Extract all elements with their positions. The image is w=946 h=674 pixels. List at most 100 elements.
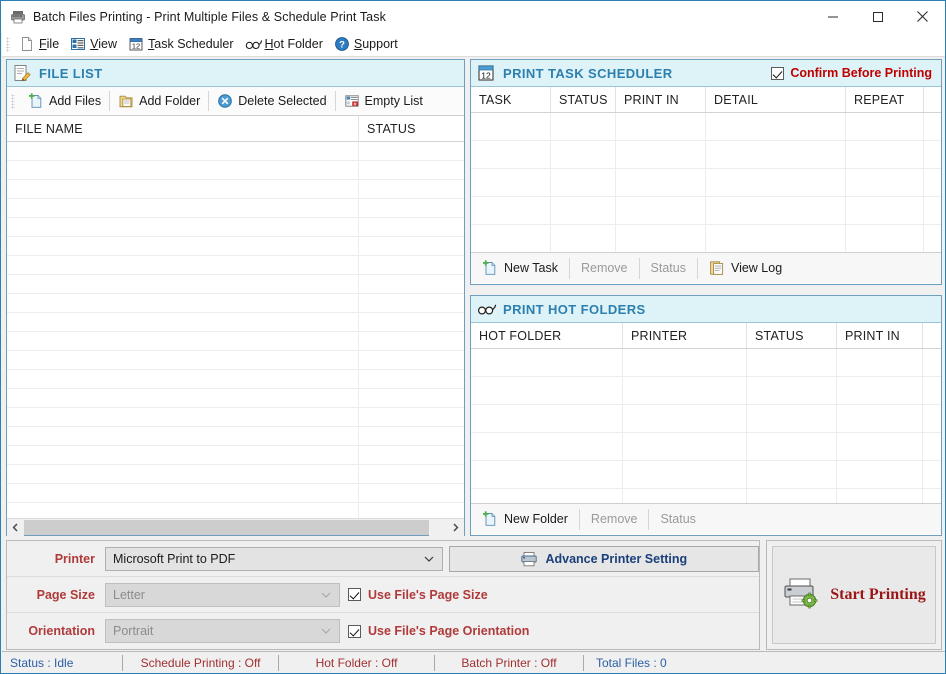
table-cell[interactable] [623, 405, 747, 433]
table-cell[interactable] [837, 377, 923, 405]
table-cell[interactable] [924, 113, 941, 141]
table-cell[interactable] [359, 294, 464, 313]
column-header-print-in[interactable]: PRINT IN [616, 87, 706, 112]
start-printing-inner[interactable]: Start Printing [772, 546, 936, 644]
table-cell[interactable] [616, 197, 706, 225]
table-cell[interactable] [924, 169, 941, 197]
table-cell[interactable] [747, 349, 837, 377]
table-cell[interactable] [846, 169, 924, 197]
table-cell[interactable] [846, 197, 924, 225]
table-cell[interactable] [471, 349, 623, 377]
table-cell[interactable] [747, 433, 837, 461]
table-cell[interactable] [359, 427, 464, 446]
table-cell[interactable] [359, 389, 464, 408]
view-log-button[interactable]: View Log [698, 254, 793, 283]
remove-task-button[interactable]: Remove [570, 254, 639, 283]
table-cell[interactable] [616, 113, 706, 141]
toolbar-grip[interactable] [11, 94, 15, 109]
new-task-button[interactable]: New Task [471, 254, 569, 283]
column-header-status[interactable]: STATUS [747, 323, 837, 348]
use-file-page-orientation-box[interactable] [348, 625, 361, 638]
table-cell[interactable] [837, 349, 923, 377]
table-cell[interactable] [837, 461, 923, 489]
folder-status-button[interactable]: Status [649, 505, 706, 534]
table-cell[interactable] [747, 461, 837, 489]
table-cell[interactable] [923, 349, 941, 377]
column-header-printer[interactable]: PRINTER [623, 323, 747, 348]
table-cell[interactable] [623, 489, 747, 503]
table-cell[interactable] [359, 351, 464, 370]
table-cell[interactable] [616, 169, 706, 197]
column-header-task[interactable]: TASK [471, 87, 551, 112]
advance-printer-setting-button[interactable]: Advance Printer Setting [449, 546, 759, 572]
table-row[interactable] [7, 370, 464, 389]
table-cell[interactable] [359, 218, 464, 237]
table-row[interactable] [471, 197, 941, 225]
table-cell[interactable] [359, 370, 464, 389]
new-folder-button[interactable]: New Folder [471, 505, 579, 534]
table-cell[interactable] [7, 389, 359, 408]
table-cell[interactable] [7, 465, 359, 484]
table-row[interactable] [7, 180, 464, 199]
column-header-status[interactable]: STATUS [551, 87, 616, 112]
table-cell[interactable] [359, 256, 464, 275]
table-row[interactable] [471, 141, 941, 169]
minimize-button[interactable] [810, 1, 855, 32]
table-cell[interactable] [471, 197, 551, 225]
table-row[interactable] [7, 199, 464, 218]
empty-list-button[interactable]: x Empty List [336, 88, 431, 115]
table-cell[interactable] [359, 275, 464, 294]
table-row[interactable] [7, 427, 464, 446]
table-cell[interactable] [7, 294, 359, 313]
remove-folder-button[interactable]: Remove [580, 505, 649, 534]
table-row[interactable] [7, 313, 464, 332]
table-cell[interactable] [837, 489, 923, 503]
table-row[interactable] [7, 484, 464, 503]
table-cell[interactable] [7, 237, 359, 256]
table-cell[interactable] [7, 199, 359, 218]
table-cell[interactable] [623, 349, 747, 377]
column-header-repeat[interactable]: REPEAT [846, 87, 924, 112]
table-cell[interactable] [7, 351, 359, 370]
scroll-right-icon[interactable] [447, 519, 464, 536]
scrollbar-track[interactable] [429, 519, 447, 536]
table-cell[interactable] [359, 237, 464, 256]
table-cell[interactable] [359, 142, 464, 161]
table-cell[interactable] [7, 484, 359, 503]
table-cell[interactable] [359, 199, 464, 218]
scheduler-grid[interactable]: TASK STATUS PRINT IN DETAIL REPEAT [471, 87, 941, 252]
table-cell[interactable] [7, 142, 359, 161]
table-cell[interactable] [747, 489, 837, 503]
table-cell[interactable] [706, 197, 846, 225]
table-row[interactable] [7, 294, 464, 313]
table-cell[interactable] [616, 141, 706, 169]
table-cell[interactable] [471, 489, 623, 503]
table-cell[interactable] [706, 113, 846, 141]
file-list-horizontal-scrollbar[interactable] [7, 518, 464, 535]
table-cell[interactable] [551, 197, 616, 225]
table-cell[interactable] [7, 446, 359, 465]
table-cell[interactable] [923, 377, 941, 405]
table-row[interactable] [7, 351, 464, 370]
table-cell[interactable] [706, 169, 846, 197]
table-cell[interactable] [837, 405, 923, 433]
table-cell[interactable] [471, 225, 551, 252]
table-cell[interactable] [471, 461, 623, 489]
column-header-detail[interactable]: DETAIL [706, 87, 846, 112]
table-cell[interactable] [923, 433, 941, 461]
add-folder-button[interactable]: Add Folder [110, 88, 208, 115]
table-cell[interactable] [7, 370, 359, 389]
table-cell[interactable] [747, 377, 837, 405]
table-row[interactable] [7, 332, 464, 351]
hot-folders-rows[interactable] [471, 349, 941, 503]
table-cell[interactable] [7, 275, 359, 294]
table-cell[interactable] [471, 433, 623, 461]
table-cell[interactable] [923, 489, 941, 503]
table-row[interactable] [7, 218, 464, 237]
table-row[interactable] [7, 142, 464, 161]
table-cell[interactable] [846, 141, 924, 169]
table-cell[interactable] [359, 465, 464, 484]
table-cell[interactable] [359, 484, 464, 503]
task-status-button[interactable]: Status [640, 254, 697, 283]
table-row[interactable] [7, 256, 464, 275]
